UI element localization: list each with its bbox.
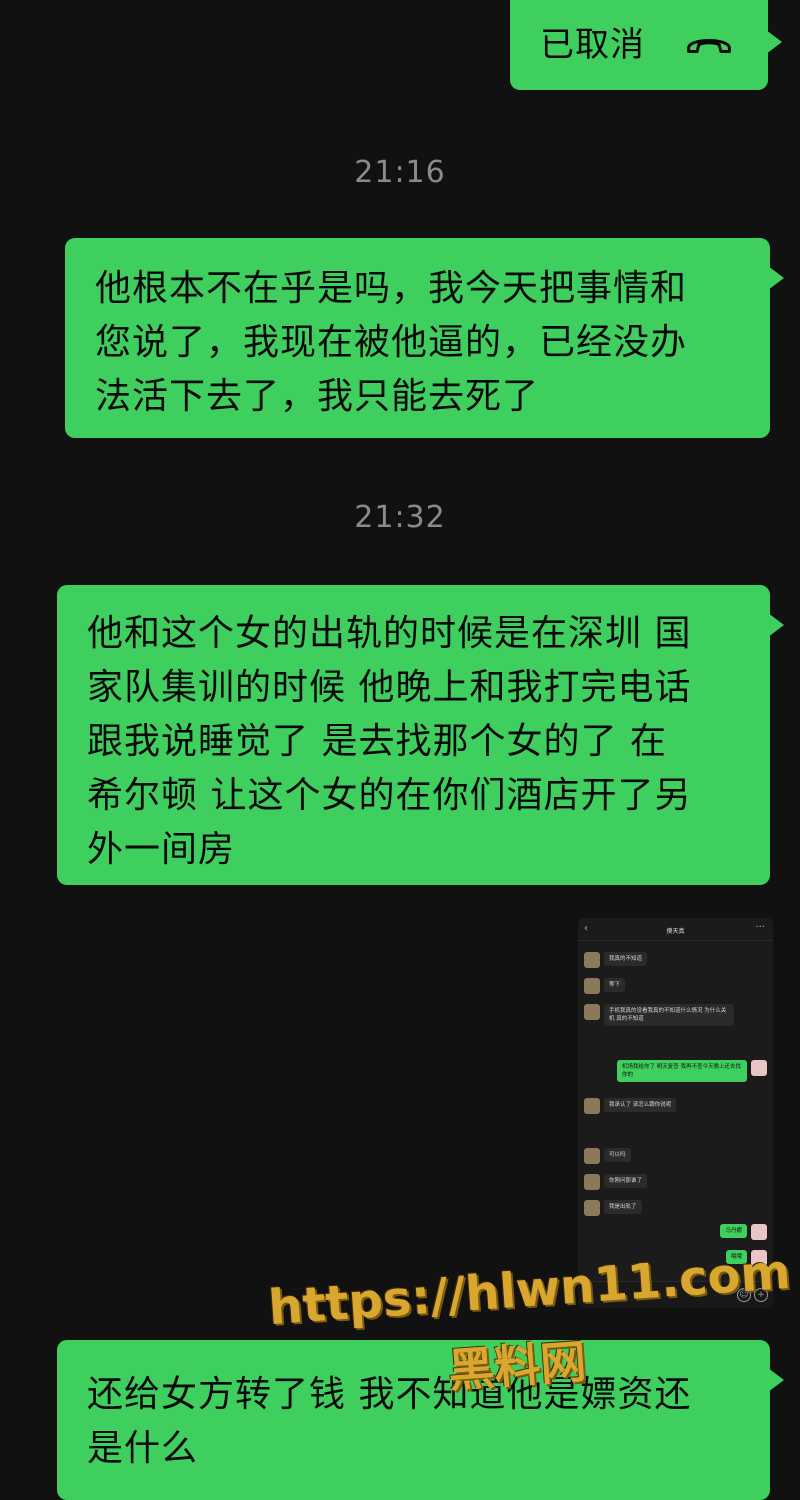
embedded-bubble: 等下 bbox=[604, 978, 626, 992]
embedded-chat-header: ‹ 傻天真 ··· bbox=[578, 918, 773, 941]
embedded-bubble: 可以吗 bbox=[604, 1148, 631, 1162]
avatar bbox=[584, 1200, 600, 1216]
avatar bbox=[584, 1148, 600, 1164]
embedded-message: 我真的不知道 bbox=[584, 952, 648, 968]
avatar bbox=[751, 1060, 767, 1076]
message-text: 他和这个女的出轨的时候是在深圳 国 家队集训的时候 他晚上和我打完电话 跟我说睡… bbox=[87, 613, 692, 870]
embedded-message: 机场我给你了 明天复查 我再不查今天晚上还去找你的 bbox=[617, 1060, 767, 1082]
message-text: 已取消 bbox=[540, 25, 645, 65]
message-bubble[interactable]: 他根本不在乎是吗，我今天把事情和 您说了，我现在被他逼的，已经没办 法活下去了，… bbox=[65, 238, 784, 438]
avatar bbox=[584, 952, 600, 968]
embedded-message: 可以吗 bbox=[584, 1148, 631, 1164]
timestamp: 21:16 bbox=[354, 155, 446, 190]
avatar bbox=[751, 1250, 767, 1266]
message-text: 还给女方转了钱 我不知道他是嫖资还 是什么 bbox=[87, 1374, 692, 1469]
embedded-input-bar: ☺ + bbox=[578, 1281, 773, 1308]
embedded-chat-title: 傻天真 bbox=[666, 928, 685, 935]
avatar bbox=[584, 1004, 600, 1020]
emoji-icon: ☺ bbox=[737, 1288, 751, 1302]
embedded-bubble: 哦哦 bbox=[725, 1250, 747, 1264]
embedded-message: 我承认了 该怎么跟你说呢 bbox=[584, 1098, 677, 1114]
avatar bbox=[584, 1098, 600, 1114]
embedded-bubble: 我承认了 该怎么跟你说呢 bbox=[604, 1098, 677, 1112]
embedded-bubble: 手机我真的没看我真的不知道什么情况 为什么关机 真的不知道 bbox=[604, 1004, 734, 1026]
hang-up-phone-icon bbox=[687, 38, 731, 53]
embedded-bubble: 我是出轨了 bbox=[604, 1200, 642, 1214]
embedded-message: 手机我真的没看我真的不知道什么情况 为什么关机 真的不知道 bbox=[584, 1004, 734, 1026]
embedded-bubble: 你刚问那谁了 bbox=[604, 1174, 648, 1188]
message-bubble[interactable]: 还给女方转了钱 我不知道他是嫖资还 是什么 bbox=[57, 1340, 784, 1500]
avatar bbox=[584, 978, 600, 994]
timestamp: 21:32 bbox=[354, 500, 446, 535]
embedded-bubble: 机场我给你了 明天复查 我再不查今天晚上还去找你的 bbox=[617, 1060, 747, 1082]
call-cancelled-bubble[interactable]: 已取消 bbox=[510, 0, 782, 90]
embedded-message: 你刚问那谁了 bbox=[584, 1174, 648, 1190]
plus-icon: + bbox=[754, 1288, 768, 1302]
more-icon: ··· bbox=[755, 922, 765, 933]
avatar bbox=[584, 1174, 600, 1190]
message-text: 他根本不在乎是吗，我今天把事情和 您说了，我现在被他逼的，已经没办 法活下去了，… bbox=[95, 268, 688, 417]
embedded-message: 我是出轨了 bbox=[584, 1200, 642, 1216]
embedded-bubble: 我真的不知道 bbox=[604, 952, 648, 966]
message-bubble[interactable]: 他和这个女的出轨的时候是在深圳 国 家队集训的时候 他晚上和我打完电话 跟我说睡… bbox=[57, 585, 784, 885]
embedded-message: 马丹娜 bbox=[720, 1224, 767, 1240]
embedded-chat-screenshot[interactable]: ‹ 傻天真 ··· 我真的不知道 等下 手机我真的没看我真的不知道什么情况 为什… bbox=[578, 918, 773, 1308]
embedded-message: 哦哦 bbox=[725, 1250, 767, 1266]
embedded-bubble: 马丹娜 bbox=[720, 1224, 747, 1238]
embedded-message: 等下 bbox=[584, 978, 626, 994]
avatar bbox=[751, 1224, 767, 1240]
